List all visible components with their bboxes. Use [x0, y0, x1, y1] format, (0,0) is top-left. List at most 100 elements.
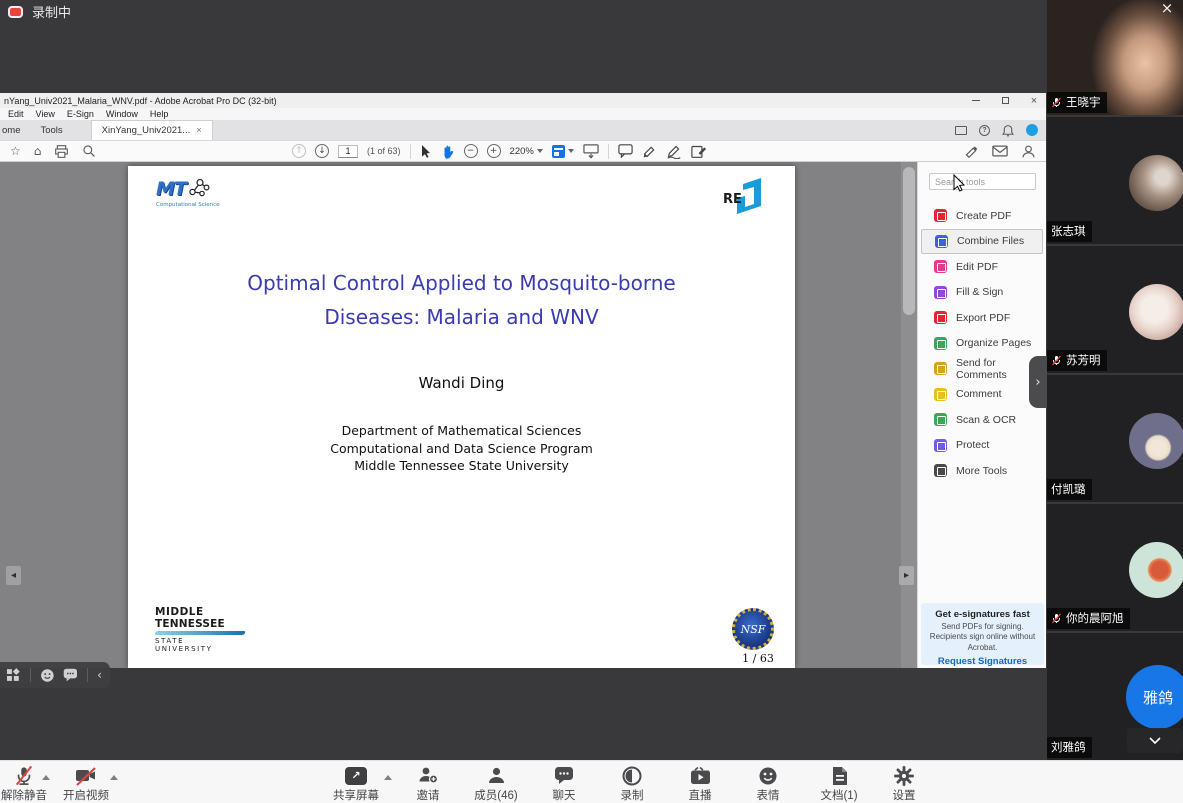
participant-tile[interactable]: 张志琪 [1047, 117, 1183, 244]
documents-button[interactable]: 文档(1) [810, 764, 868, 803]
person-icon[interactable] [1021, 144, 1036, 159]
zoom-in-button[interactable]: + [487, 144, 501, 158]
next-page-button[interactable]: ↓ [315, 144, 329, 158]
tool-organize-pages[interactable]: Organize Pages [918, 331, 1046, 357]
home-icon[interactable]: ⌂ [34, 145, 42, 157]
emoji-button[interactable]: 表情 [742, 764, 794, 803]
tool-create-pdf[interactable]: Create PDF [918, 203, 1046, 229]
tool-more-tools[interactable]: More Tools [918, 458, 1046, 484]
print-icon[interactable] [54, 144, 69, 159]
mt-computational-science-logo: MT Computational Science [156, 178, 226, 208]
select-tool-icon[interactable] [420, 144, 432, 158]
video-options-caret[interactable] [110, 775, 118, 780]
live-stream-button[interactable]: 直播 [674, 764, 726, 803]
live-stream-label: 直播 [674, 787, 726, 803]
reu-logo-text: RE [723, 192, 742, 207]
floating-toolbar: ‹ [0, 662, 110, 688]
request-signatures-link[interactable]: Request Signatures [921, 656, 1044, 667]
tool-scan-ocr[interactable]: Scan & OCR [918, 407, 1046, 433]
participant-tile[interactable]: 苏芳明 [1047, 246, 1183, 373]
layout-grid-icon[interactable] [6, 668, 21, 683]
page-number-input[interactable]: 1 [338, 145, 358, 158]
menu-window[interactable]: Window [106, 109, 138, 119]
collapse-left-icon[interactable]: ‹ [97, 668, 102, 682]
participant-tile[interactable]: 你的晨阿旭 [1047, 504, 1183, 631]
invite-button[interactable]: 邀请 [402, 764, 454, 803]
tool-edit-pdf[interactable]: Edit PDF [918, 254, 1046, 280]
stamp-icon[interactable] [691, 144, 707, 159]
participant-tile[interactable]: 王晓宇 [1047, 0, 1183, 115]
participant-tile[interactable]: 付凯璐 [1047, 375, 1183, 502]
sidebar-collapse-handle[interactable]: › [1029, 356, 1047, 408]
fill-sign-icon [934, 286, 947, 299]
tool-fill-sign[interactable]: Fill & Sign [918, 280, 1046, 306]
bell-icon[interactable] [1002, 124, 1014, 137]
documents-label: 文档(1) [810, 787, 868, 803]
vertical-scrollbar[interactable] [901, 162, 917, 668]
next-page-arrow[interactable]: ▸ [899, 566, 914, 585]
scroll-participants-down-button[interactable] [1127, 728, 1183, 753]
hand-tool-icon[interactable] [441, 144, 455, 159]
slide-page-indicator: 1 / 63 [728, 652, 788, 665]
settings-button[interactable]: 设置 [878, 764, 930, 803]
audio-options-caret[interactable] [42, 775, 50, 780]
zoom-out-button[interactable]: − [464, 144, 478, 158]
mtsu-line1: MIDDLE [155, 606, 245, 618]
record-button[interactable]: 录制 [606, 764, 658, 803]
screen-share-icon[interactable] [955, 126, 967, 135]
tool-send-for-comments[interactable]: Send for Comments [918, 356, 1046, 382]
comment-icon[interactable] [618, 144, 633, 158]
divider [30, 668, 31, 682]
menu-edit[interactable]: Edit [8, 109, 24, 119]
previous-page-button[interactable]: ↑ [292, 144, 306, 158]
restore-button[interactable] [999, 95, 1011, 107]
close-button[interactable]: × [1028, 95, 1040, 107]
tab-home[interactable]: ome [0, 120, 30, 140]
mail-icon[interactable] [992, 145, 1008, 157]
account-avatar[interactable] [1026, 124, 1038, 136]
share-screen-button[interactable]: ↗ 共享屏幕 [326, 764, 386, 803]
export-pdf-icon [934, 311, 947, 324]
eraser-pen-icon[interactable] [964, 144, 979, 159]
tool-combine-files[interactable]: Combine Files [921, 229, 1043, 255]
scrollbar-thumb[interactable] [903, 167, 915, 315]
menu-esign[interactable]: E-Sign [67, 109, 94, 119]
camera-muted-icon [75, 766, 97, 786]
zoom-level-dropdown[interactable]: 220% [510, 146, 543, 157]
help-icon[interactable]: ? [979, 125, 990, 136]
members-button[interactable]: 成员(46) [464, 764, 528, 803]
menu-help[interactable]: Help [150, 109, 169, 119]
star-icon[interactable]: ☆ [10, 145, 21, 157]
unmute-button[interactable]: 解除静音 [0, 764, 52, 803]
chat-button[interactable]: 聊天 [538, 764, 590, 803]
send-comments-icon [934, 362, 947, 375]
participant-avatar [1129, 542, 1183, 598]
start-video-button[interactable]: 开启视频 [58, 764, 114, 803]
tab-close-icon[interactable]: × [196, 125, 202, 136]
search-tools-input[interactable] [929, 173, 1036, 190]
reu-logo: RE [721, 176, 767, 220]
tool-comment[interactable]: Comment [918, 382, 1046, 408]
tool-export-pdf[interactable]: Export PDF [918, 305, 1046, 331]
chat-bubble-icon[interactable] [63, 668, 78, 682]
menu-view[interactable]: View [36, 109, 55, 119]
previous-page-arrow[interactable]: ◂ [6, 566, 21, 585]
highlight-icon[interactable] [642, 144, 657, 159]
minimize-button[interactable] [970, 95, 982, 107]
participant-nametag: 王晓宇 [1047, 92, 1107, 113]
participant-nametag: 付凯璐 [1047, 479, 1092, 500]
share-options-caret[interactable] [384, 775, 392, 780]
page-display-dropdown[interactable] [552, 145, 574, 158]
emoji-icon[interactable] [40, 668, 55, 683]
participant-avatar: 雅鸽 [1126, 665, 1183, 729]
tool-protect[interactable]: Protect [918, 433, 1046, 459]
scrolling-mode-icon[interactable] [583, 144, 599, 159]
zoom-level-value: 220% [510, 146, 534, 157]
mtsu-wordmark: MIDDLE TENNESSEE STATE UNIVERSITY [155, 606, 245, 653]
tab-tools[interactable]: Tools [30, 120, 72, 140]
sign-icon[interactable] [666, 144, 682, 159]
sidebar-close-button[interactable]: × [1158, 0, 1176, 15]
participant-tile[interactable]: 雅鸽 刘雅鸽 [1047, 633, 1183, 760]
tab-document[interactable]: XinYang_Univ2021... × [91, 120, 213, 140]
search-icon[interactable] [82, 144, 96, 158]
